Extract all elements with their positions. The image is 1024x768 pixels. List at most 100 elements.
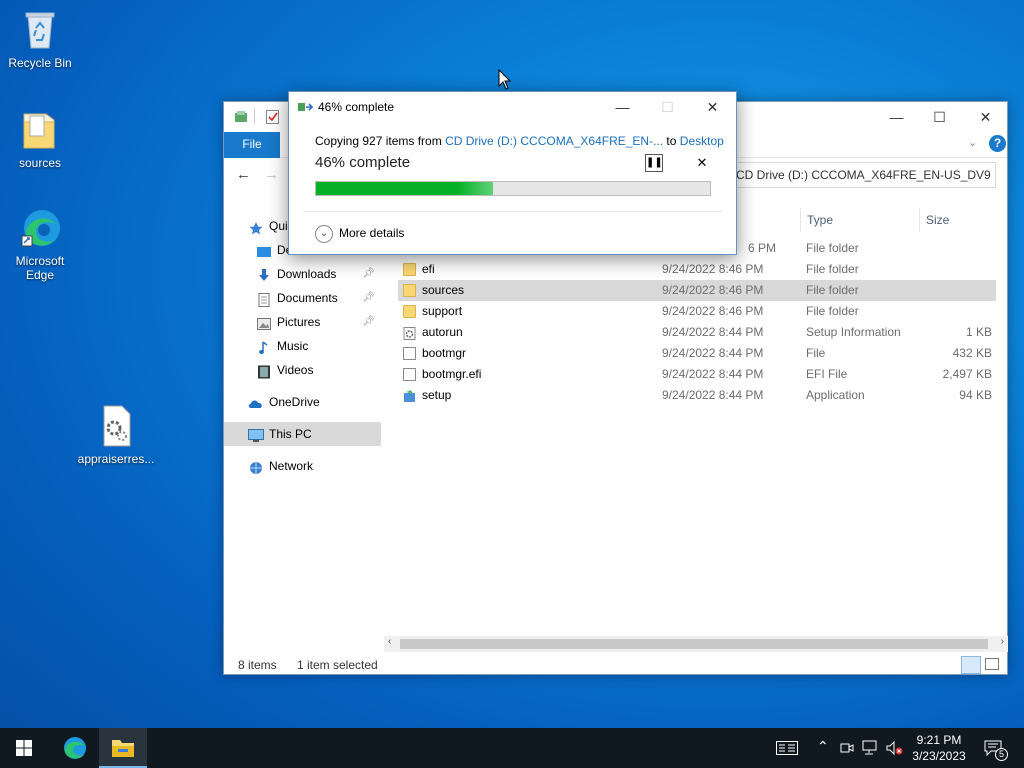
horizontal-scrollbar[interactable]: ‹ › xyxy=(384,636,1008,652)
file-list: Type Size 6 PM File folder efi 9/24/2022… xyxy=(384,194,1008,644)
nav-item-onedrive[interactable]: OneDrive xyxy=(224,390,381,414)
dialog-title-bar[interactable]: 46% complete — ☐ ✕ xyxy=(289,92,736,122)
close-button[interactable]: ✕ xyxy=(963,102,1008,132)
nav-item-network[interactable]: Network xyxy=(224,454,381,478)
cancel-copy-button[interactable]: ✕ xyxy=(695,154,709,172)
desktop-icon-microsoft-edge[interactable]: Microsoft Edge xyxy=(0,206,80,282)
row-name: bootmgr xyxy=(422,346,467,360)
address-box[interactable]: CD Drive (D:) CCCOMA_X64FRE_EN-US_DV9 xyxy=(729,162,996,188)
selection-count: 1 item selected xyxy=(297,658,378,672)
notification-center-button[interactable]: 5 xyxy=(982,728,1012,768)
properties-icon[interactable] xyxy=(266,110,279,124)
nav-item-pictures[interactable]: Pictures 📌︎ xyxy=(224,310,381,334)
videos-icon xyxy=(257,363,271,379)
destination-link[interactable]: Desktop xyxy=(680,134,724,148)
scroll-left-arrow-icon[interactable]: ‹ xyxy=(388,636,391,647)
row-size: 2,497 KB xyxy=(942,367,992,381)
table-row[interactable]: efi 9/24/2022 8:46 PM File folder xyxy=(398,259,996,280)
folder-icon xyxy=(403,263,416,276)
close-icon: ✕ xyxy=(696,155,708,170)
row-type: Setup Information xyxy=(806,325,901,339)
row-date: 9/24/2022 8:44 PM xyxy=(662,346,764,360)
notification-count-badge: 5 xyxy=(995,748,1008,761)
forward-arrow-icon[interactable]: → xyxy=(264,166,279,183)
edge-icon xyxy=(64,737,86,759)
file-tab[interactable]: File xyxy=(224,132,280,158)
dialog-title: 46% complete xyxy=(318,100,395,114)
taskbar-edge[interactable] xyxy=(51,728,99,768)
scroll-right-arrow-icon[interactable]: › xyxy=(1001,636,1004,647)
row-date: 9/24/2022 8:44 PM xyxy=(662,325,764,339)
copy-prefix: Copying 927 items from xyxy=(315,134,446,148)
dialog-close-button[interactable]: ✕ xyxy=(690,92,735,122)
desktop-icon-sources[interactable]: sources xyxy=(0,108,80,170)
nav-label: Network xyxy=(269,459,314,473)
show-hidden-icons-chevron-icon[interactable]: ⌃ xyxy=(814,728,832,768)
navigation-pane: Qui De Downloads 📌︎ Documents 📌︎ Picture… xyxy=(224,194,384,634)
network-icon xyxy=(248,459,262,474)
row-type: File folder xyxy=(806,241,859,255)
music-note-icon xyxy=(257,339,271,354)
row-type: File xyxy=(806,346,826,360)
table-row[interactable]: support 9/24/2022 8:46 PM File folder xyxy=(398,301,996,322)
item-count: 8 items xyxy=(238,658,277,672)
column-header-type[interactable]: Type xyxy=(800,208,914,232)
back-arrow-icon[interactable]: ← xyxy=(236,166,251,183)
nav-item-documents[interactable]: Documents 📌︎ xyxy=(224,286,381,310)
news-widget-icon[interactable] xyxy=(774,728,800,768)
nav-label: Pictures xyxy=(277,315,321,329)
pause-button[interactable]: ❚❚ xyxy=(645,154,663,172)
nav-label: Qui xyxy=(269,219,288,233)
nav-item-this-pc[interactable]: This PC xyxy=(224,422,381,446)
system-clock[interactable]: 9:21 PM 3/23/2023 xyxy=(904,732,974,764)
column-header-size[interactable]: Size xyxy=(919,208,999,232)
cloud-icon xyxy=(248,395,262,409)
network-status-icon[interactable] xyxy=(860,728,880,768)
nav-item-videos[interactable]: Videos xyxy=(224,358,381,382)
table-row[interactable]: bootmgr.efi 9/24/2022 8:44 PM EFI File 2… xyxy=(398,364,996,385)
dialog-maximize-button: ☐ xyxy=(645,92,690,122)
pause-icon: ❚❚ xyxy=(646,157,663,168)
quick-access-toolbar-icon[interactable] xyxy=(234,109,248,123)
row-size: 432 KB xyxy=(952,346,992,360)
source-link[interactable]: CD Drive (D:) CCCOMA_X64FRE_EN-... xyxy=(445,134,663,148)
pin-icon: 📌︎ xyxy=(362,316,375,327)
row-name: sources xyxy=(422,283,465,297)
minimize-button[interactable]: — xyxy=(874,102,919,132)
large-icons-view-icon[interactable] xyxy=(985,658,999,670)
file-icon xyxy=(403,347,416,360)
table-row[interactable]: bootmgr 9/24/2022 8:44 PM File 432 KB xyxy=(398,343,996,364)
dialog-minimize-button[interactable]: — xyxy=(600,92,645,122)
row-type: Application xyxy=(806,388,865,402)
desktop: Recycle Bin sources Microsoft Edge appra… xyxy=(0,0,1024,728)
start-button[interactable] xyxy=(0,728,48,768)
nav-label: This PC xyxy=(269,427,312,441)
scrollbar-thumb[interactable] xyxy=(400,639,988,649)
folder-icon xyxy=(403,284,416,297)
table-row[interactable]: sources 9/24/2022 8:46 PM File folder xyxy=(398,280,996,301)
row-type: EFI File xyxy=(806,367,848,381)
download-arrow-icon xyxy=(257,267,271,281)
table-row[interactable]: autorun 9/24/2022 8:44 PM Setup Informat… xyxy=(398,322,996,343)
table-row[interactable]: setup 9/24/2022 8:44 PM Application 94 K… xyxy=(398,385,996,406)
taskbar-file-explorer[interactable] xyxy=(99,728,147,768)
maximize-icon: ☐ xyxy=(661,99,674,115)
copy-to-word: to xyxy=(663,134,680,148)
more-details-button[interactable]: ⌄ More details xyxy=(315,223,404,245)
edge-icon xyxy=(18,206,62,250)
file-explorer-icon xyxy=(112,740,134,757)
desktop-icon-recycle-bin[interactable]: Recycle Bin xyxy=(0,8,80,70)
volume-muted-icon[interactable] xyxy=(884,728,904,768)
details-view-icon[interactable] xyxy=(961,656,981,674)
documents-icon xyxy=(257,291,271,307)
nav-item-downloads[interactable]: Downloads 📌︎ xyxy=(224,262,381,286)
divider xyxy=(303,211,722,212)
progress-fill xyxy=(316,182,494,195)
help-icon[interactable]: ? xyxy=(989,135,1006,152)
nav-item-music[interactable]: Music xyxy=(224,334,381,358)
meet-now-icon[interactable] xyxy=(838,728,856,768)
desktop-icon-appraiserres[interactable]: appraiserres... xyxy=(76,404,156,466)
row-type: File folder xyxy=(806,283,859,297)
ribbon-expand-chevron-icon[interactable]: ⌄ xyxy=(968,136,977,149)
maximize-button[interactable]: ☐ xyxy=(917,102,962,132)
